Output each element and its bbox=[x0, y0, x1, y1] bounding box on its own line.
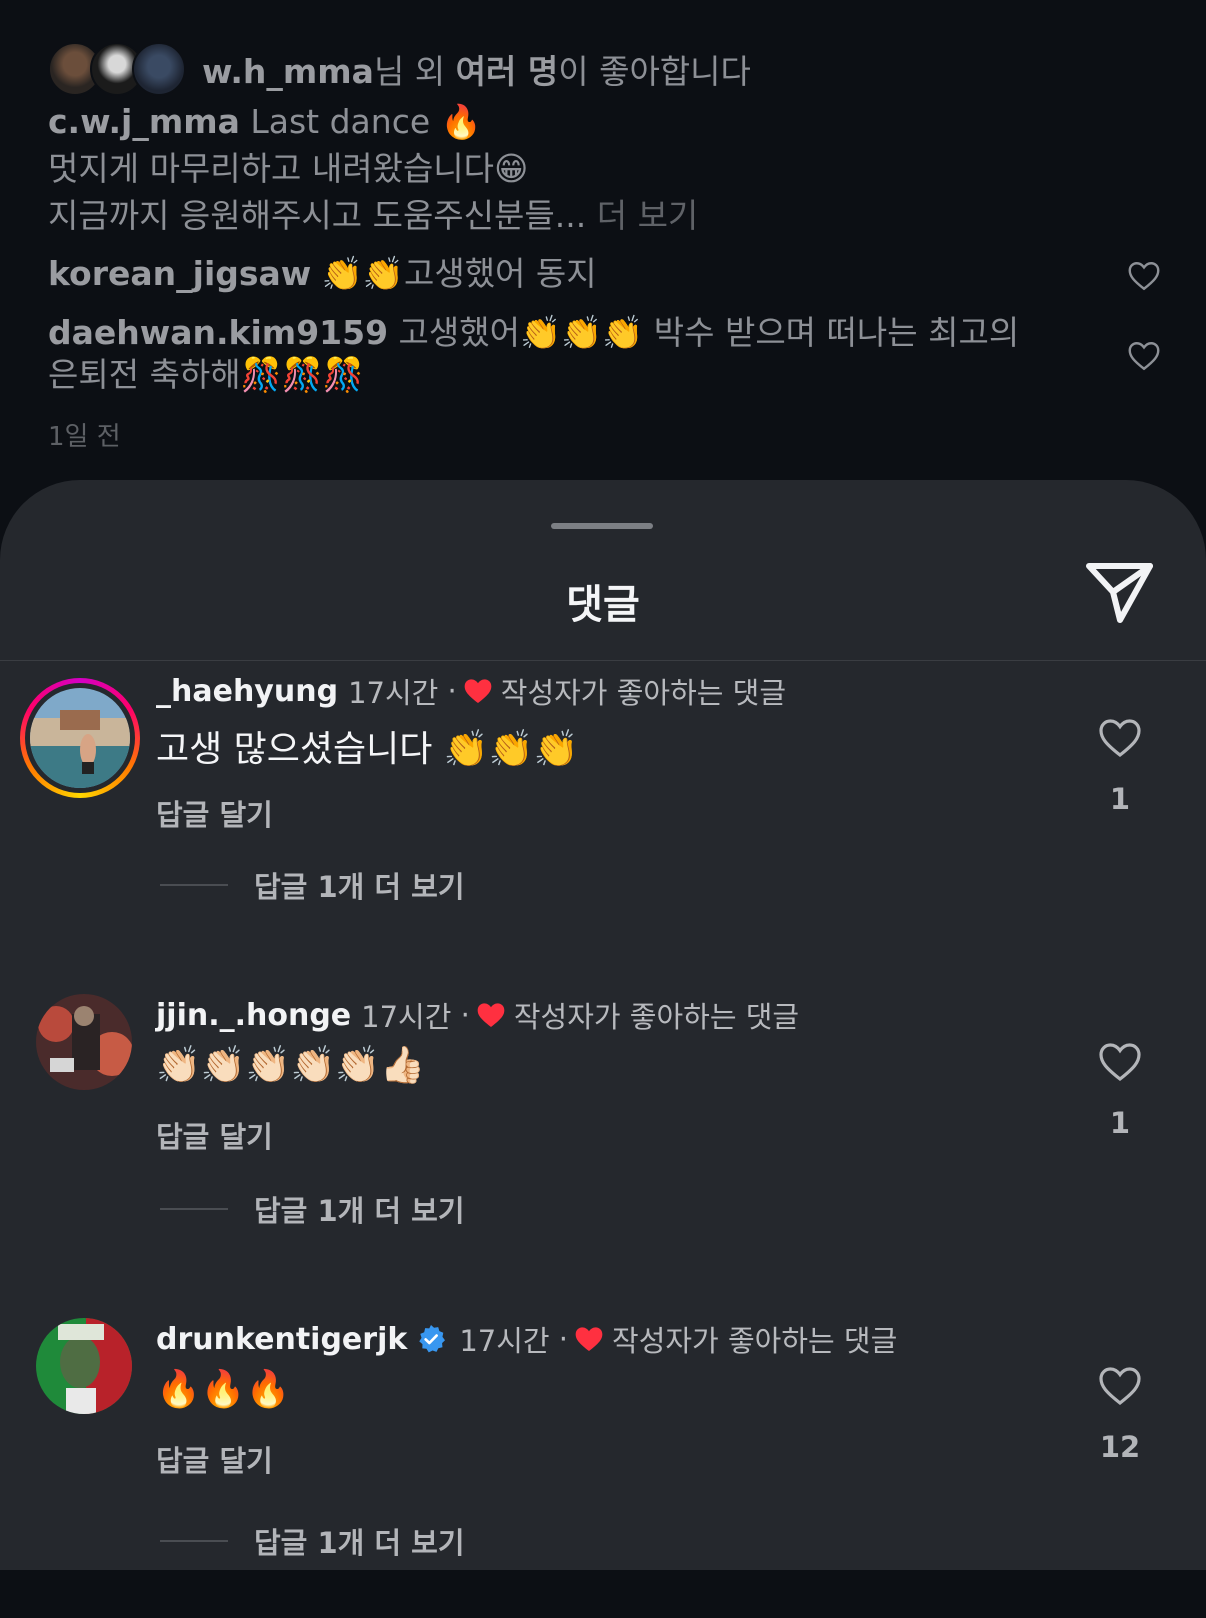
like-count: 1 bbox=[1109, 1106, 1131, 1140]
sheet-title: 댓글 bbox=[566, 582, 640, 628]
comment-meta: drunkentigerjk 17시간 · 작성자가 좋아하는 댓글 bbox=[156, 1318, 897, 1360]
verified-badge-icon bbox=[419, 1325, 446, 1353]
likes-text-part: 이 좋아합니다 bbox=[558, 52, 751, 91]
heart-icon[interactable] bbox=[1094, 714, 1146, 762]
comment-text: 고생했어👏👏👏 박수 받으며 떠나는 최고의 bbox=[398, 313, 1020, 352]
heart-icon[interactable] bbox=[1094, 1038, 1146, 1086]
separator: · bbox=[447, 674, 457, 708]
view-replies-button[interactable]: 답글 1개 더 보기 bbox=[160, 864, 465, 906]
caption-line: 지금까지 응원해주시고 도움주신분들... bbox=[48, 196, 587, 235]
liked-heart-icon bbox=[477, 1003, 505, 1027]
author-liked-label: 작성자가 좋아하는 댓글 bbox=[513, 1000, 800, 1034]
likes-summary[interactable]: w.h_mma님 외 여러 명이 좋아합니다 bbox=[202, 45, 751, 93]
view-replies-button[interactable]: 답글 1개 더 보기 bbox=[160, 1188, 465, 1230]
comment-text: 고생 많으셨습니다 👏👏👏 bbox=[156, 729, 579, 770]
comments-sheet: 댓글 _haehyung 17시간 · 작성자가 좋아하는 댓글 고생 많으셨습… bbox=[0, 480, 1206, 1570]
post-caption: c.w.j_mma Last dance 🔥 멋지게 마무리하고 내려왔습니다😁… bbox=[48, 98, 698, 239]
caption-line: Last dance 🔥 bbox=[250, 102, 482, 141]
story-ring[interactable] bbox=[20, 678, 140, 798]
reply-button[interactable]: 답글 달기 bbox=[156, 1114, 273, 1156]
liker-avatar bbox=[132, 42, 186, 96]
author-liked-label: 작성자가 좋아하는 댓글 bbox=[500, 676, 787, 710]
post-comment: korean_jigsaw 👏👏고생했어 동지 bbox=[48, 253, 1058, 295]
comment-text: 🔥🔥🔥 bbox=[156, 1369, 291, 1410]
comment-username[interactable]: _haehyung bbox=[156, 674, 338, 709]
separator: · bbox=[558, 1322, 569, 1356]
likes-many[interactable]: 여러 명 bbox=[456, 52, 559, 91]
caption-username[interactable]: c.w.j_mma bbox=[48, 102, 240, 141]
comment-time: 17시간 bbox=[361, 1000, 452, 1034]
post-background: w.h_mma님 외 여러 명이 좋아합니다 c.w.j_mma Last da… bbox=[0, 0, 1206, 480]
comment-item: jjin._.honge 17시간 · 작성자가 좋아하는 댓글 👏🏻👏🏻👏🏻👏… bbox=[0, 994, 1206, 1294]
like-count: 1 bbox=[1109, 782, 1131, 816]
sheet-grabber[interactable] bbox=[551, 523, 653, 529]
likes-text-part: 님 외 bbox=[373, 52, 456, 91]
comment-text: 👏🏻👏🏻👏🏻👏🏻👏🏻👍🏻 bbox=[156, 1045, 425, 1086]
liker-username[interactable]: w.h_mma bbox=[202, 52, 374, 91]
view-replies-button[interactable]: 답글 1개 더 보기 bbox=[160, 1520, 465, 1562]
comment-username[interactable]: korean_jigsaw bbox=[48, 254, 311, 293]
view-replies-label: 답글 1개 더 보기 bbox=[254, 1194, 465, 1228]
avatar[interactable] bbox=[30, 688, 130, 788]
comment-username[interactable]: daehwan.kim9159 bbox=[48, 313, 388, 352]
liked-heart-icon bbox=[464, 679, 492, 703]
reply-button[interactable]: 답글 달기 bbox=[156, 1438, 273, 1480]
comment-meta: jjin._.honge 17시간 · 작성자가 좋아하는 댓글 bbox=[156, 994, 799, 1036]
post-timestamp: 1일 전 bbox=[48, 422, 121, 452]
heart-icon[interactable] bbox=[1094, 1362, 1146, 1410]
share-icon[interactable] bbox=[1084, 560, 1156, 626]
comment-time: 17시간 bbox=[348, 676, 439, 710]
sheet-divider bbox=[0, 660, 1206, 661]
view-replies-label: 답글 1개 더 보기 bbox=[254, 1526, 465, 1560]
avatar[interactable] bbox=[36, 1318, 132, 1414]
comment-meta: _haehyung 17시간 · 작성자가 좋아하는 댓글 bbox=[156, 670, 786, 712]
comment-text: 👏👏고생했어 동지 bbox=[321, 254, 597, 293]
comment-username[interactable]: drunkentigerjk bbox=[156, 1322, 407, 1357]
comment-item: drunkentigerjk 17시간 · 작성자가 좋아하는 댓글 🔥🔥🔥 답… bbox=[0, 1318, 1206, 1618]
avatar[interactable] bbox=[36, 994, 132, 1090]
reply-button[interactable]: 답글 달기 bbox=[156, 792, 273, 834]
view-replies-label: 답글 1개 더 보기 bbox=[254, 870, 465, 904]
heart-icon[interactable] bbox=[1126, 258, 1162, 294]
comment-text: 은퇴전 축하해🎊🎊🎊 bbox=[48, 355, 364, 394]
like-count: 12 bbox=[1099, 1430, 1141, 1464]
heart-icon[interactable] bbox=[1126, 338, 1162, 374]
caption-line: 멋지게 마무리하고 내려왔습니다😁 bbox=[48, 149, 529, 188]
more-link[interactable]: 더 보기 bbox=[597, 196, 699, 235]
liked-heart-icon bbox=[575, 1327, 603, 1351]
comment-time: 17시간 bbox=[459, 1324, 550, 1358]
comment-item: _haehyung 17시간 · 작성자가 좋아하는 댓글 고생 많으셨습니다 … bbox=[0, 670, 1206, 970]
comment-username[interactable]: jjin._.honge bbox=[156, 998, 351, 1033]
author-liked-label: 작성자가 좋아하는 댓글 bbox=[612, 1324, 898, 1358]
likes-row[interactable]: w.h_mma님 외 여러 명이 좋아합니다 bbox=[48, 42, 751, 96]
post-comment: daehwan.kim9159 고생했어👏👏👏 박수 받으며 떠나는 최고의 은… bbox=[48, 312, 1058, 396]
separator: · bbox=[460, 998, 470, 1032]
